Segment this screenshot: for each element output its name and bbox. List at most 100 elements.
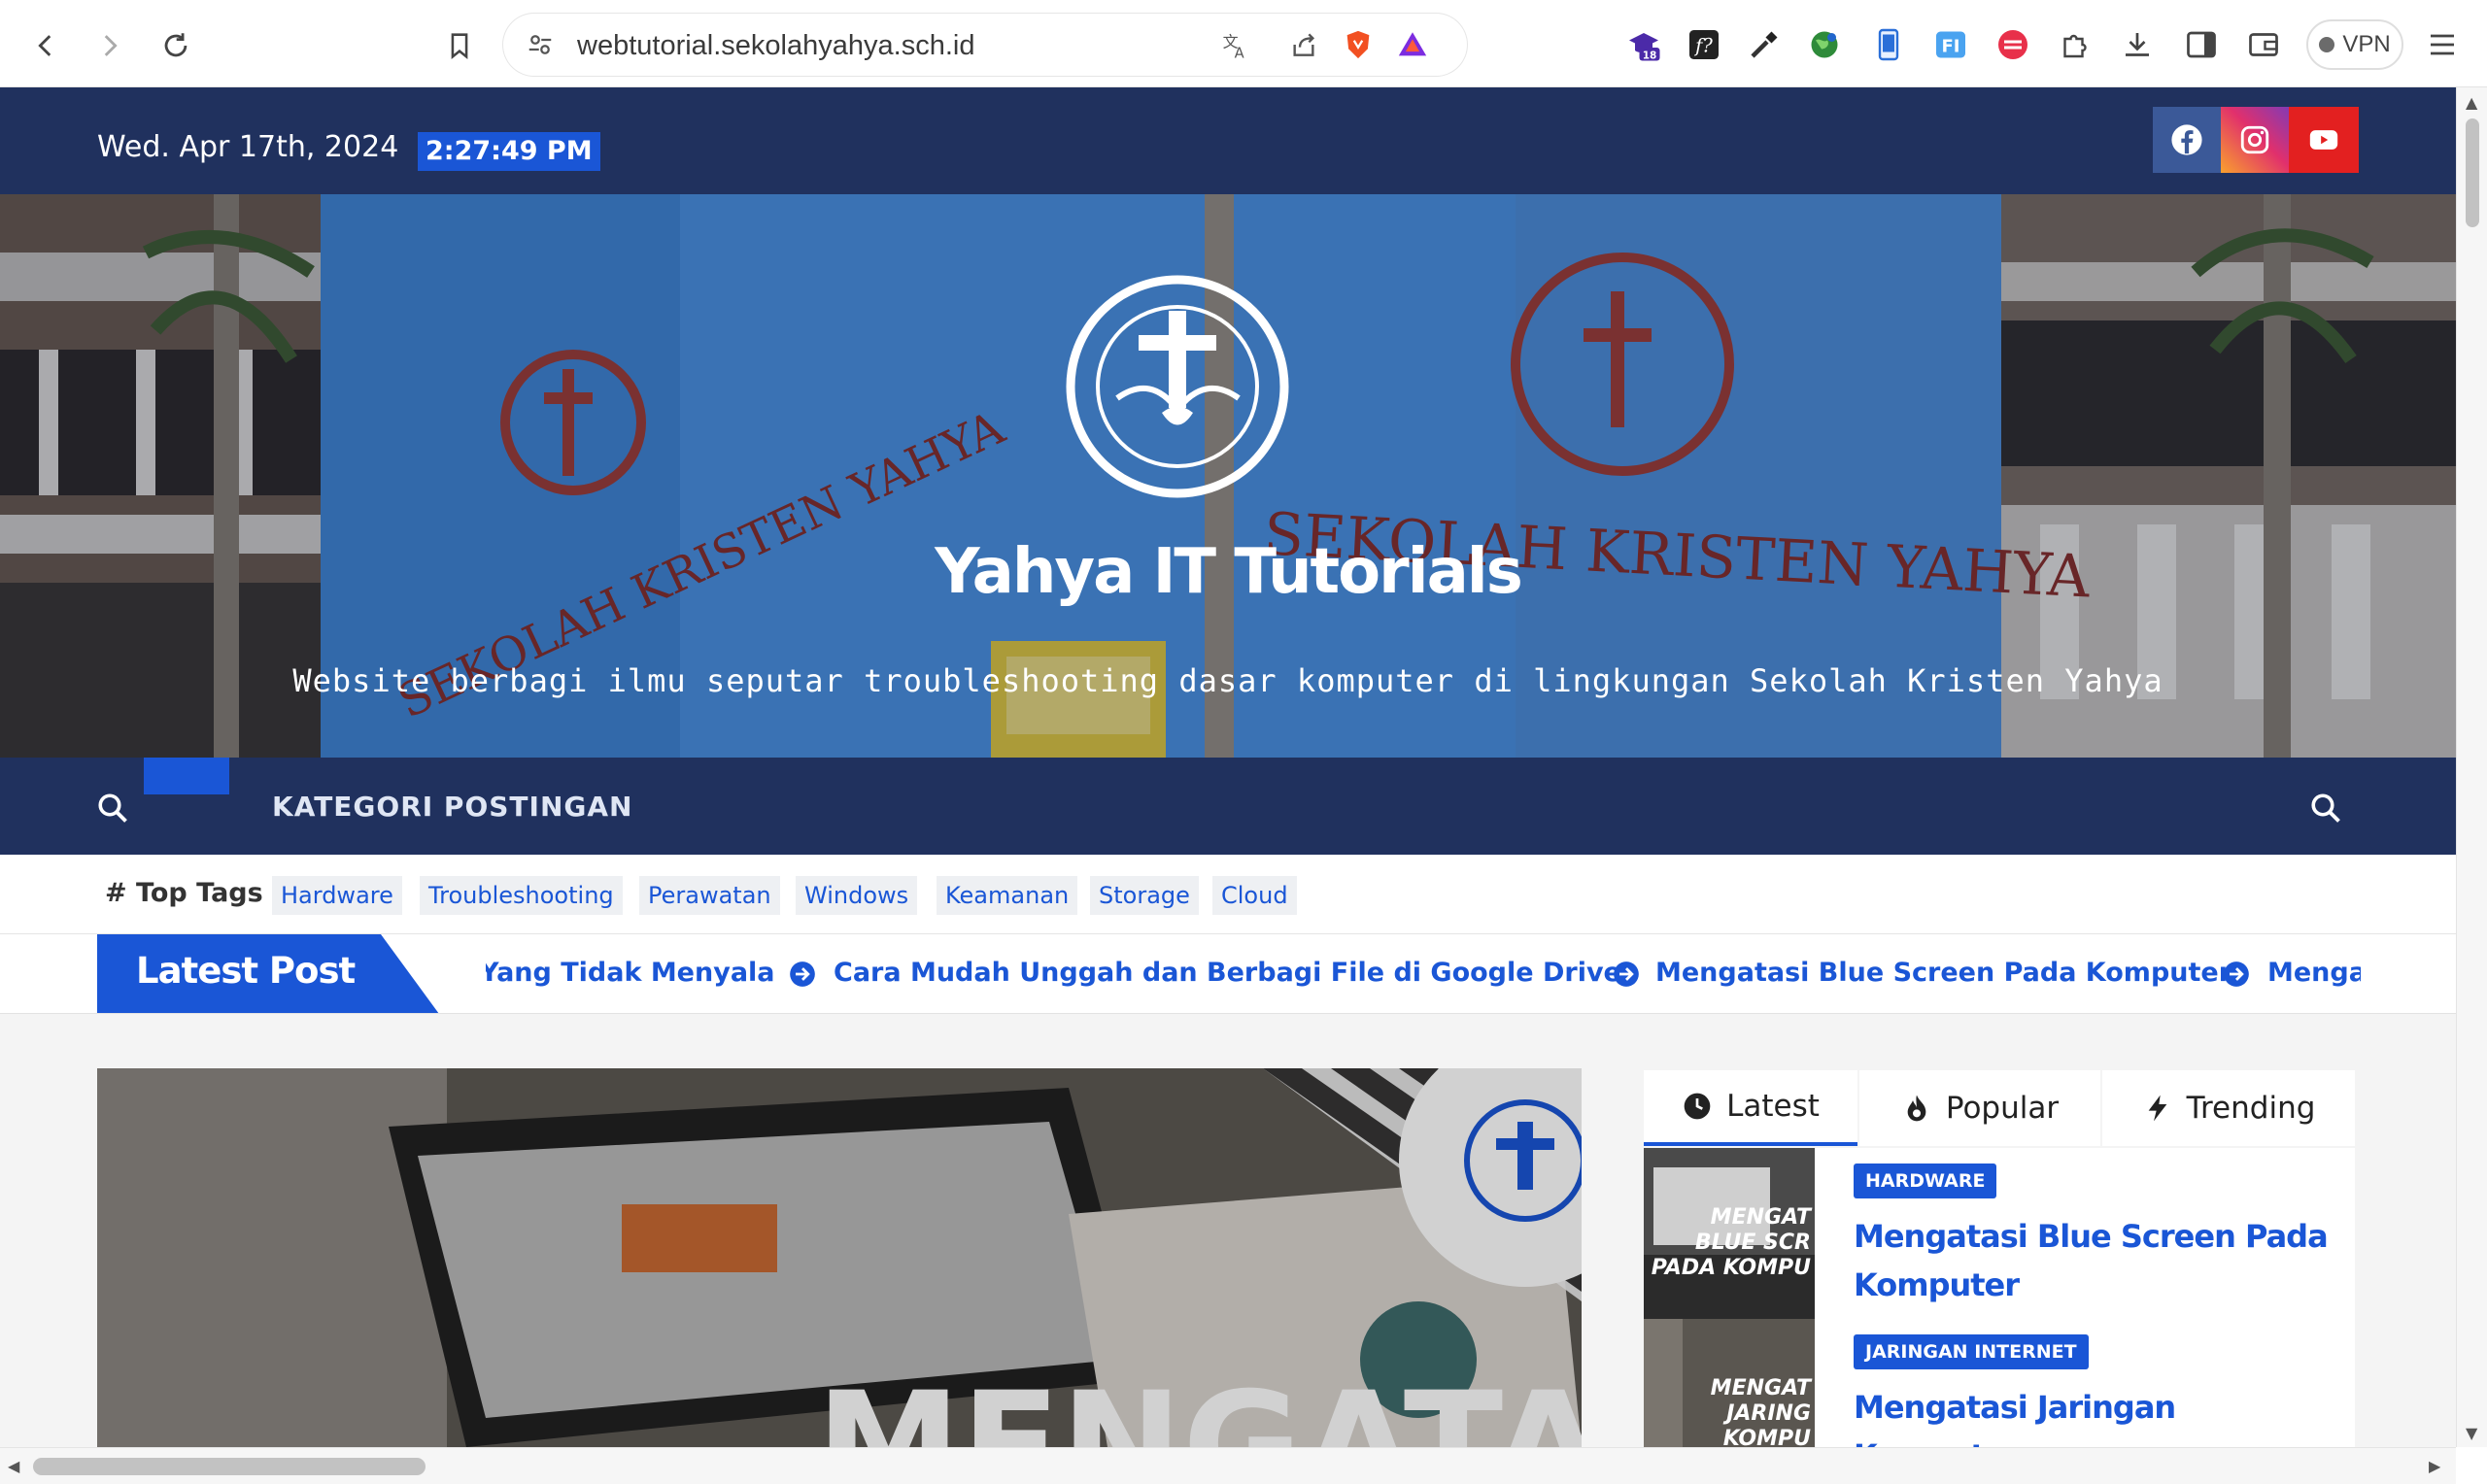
search-icon[interactable]	[2308, 791, 2343, 826]
top-tags-bar: # Top Tags Hardware Troubleshooting Pera…	[0, 855, 2456, 934]
svg-text:FI: FI	[1942, 37, 1960, 57]
font-identifier-icon[interactable]: f?	[1685, 25, 1723, 64]
tab-popular-label: Popular	[1945, 1091, 2060, 1126]
vertical-scroll-thumb[interactable]	[2466, 118, 2479, 227]
sidebar-post[interactable]: MENGAT JARING KOMPU JARINGAN INTERNET Me…	[1644, 1319, 2355, 1447]
graduation-cap-icon[interactable]: 18	[1624, 25, 1663, 64]
tab-trending[interactable]: Trending	[2102, 1070, 2355, 1146]
bookmark-button[interactable]	[435, 21, 484, 70]
top-tags-title: # Top Tags	[105, 878, 263, 908]
svg-text:JARING: JARING	[1722, 1401, 1811, 1426]
browser-toolbar: webtutorial.sekolahyahya.sch.id 文A 18 f?…	[0, 0, 2487, 87]
download-icon[interactable]	[2118, 25, 2157, 64]
share-icon[interactable]	[1286, 27, 1321, 62]
eyedropper-icon[interactable]	[1745, 25, 1784, 64]
translate-icon[interactable]: 文A	[1218, 27, 1253, 62]
tag-keamanan[interactable]: Keamanan	[937, 876, 1078, 915]
latest-post-label: Latest Post	[97, 934, 439, 1013]
reload-button[interactable]	[152, 21, 200, 70]
top-bar: Wed. Apr 17th, 2024 2:27:49 PM	[0, 87, 2456, 194]
vpn-button[interactable]: VPN	[2306, 19, 2403, 70]
ticker-item[interactable]: Yang Tidak Menyala	[486, 958, 775, 988]
scroll-down-icon[interactable]: ▼	[2466, 1424, 2477, 1442]
ticker-item[interactable]: Cara Mudah Unggah dan Berbagi File di Go…	[834, 958, 1621, 988]
fire-icon	[1907, 1095, 1926, 1122]
svg-text:PADA KOMPU: PADA KOMPU	[1652, 1256, 1811, 1280]
search-icon[interactable]	[95, 791, 130, 826]
featured-laptop-image: MENGATASI	[97, 1068, 1582, 1447]
post-title[interactable]: Mengatasi Jaringan Komputer	[1854, 1383, 2339, 1447]
tab-popular[interactable]: Popular	[1859, 1070, 2100, 1146]
horizontal-scrollbar[interactable]: ◀ ▶	[0, 1447, 2456, 1484]
clock-icon	[1684, 1093, 1711, 1120]
puzzle-icon[interactable]	[2056, 25, 2095, 64]
lightning-icon	[2148, 1095, 2166, 1122]
main-navigation: KATEGORI POSTINGAN	[0, 758, 2456, 855]
instagram-link[interactable]	[2221, 107, 2289, 173]
sidebar-post[interactable]: MENGAT BLUE SCR PADA KOMPU HARDWARE Meng…	[1644, 1148, 2355, 1319]
site-title[interactable]: Yahya IT Tutorials	[0, 536, 2456, 608]
svg-text:MENGAT: MENGAT	[1711, 1205, 1813, 1230]
svg-text:MENGAT: MENGAT	[1711, 1376, 1813, 1400]
post-thumbnail[interactable]: MENGAT JARING KOMPU	[1644, 1319, 1815, 1447]
arrow-circle-icon	[790, 961, 815, 987]
nav-kategori-postingan[interactable]: KATEGORI POSTINGAN	[272, 791, 632, 823]
arrow-circle-icon	[1614, 961, 1639, 987]
current-time: 2:27:49 PM	[418, 132, 600, 171]
horizontal-scroll-thumb[interactable]	[33, 1458, 426, 1475]
featured-post-image[interactable]: MENGATASI	[97, 1068, 1582, 1447]
svg-text:f?: f?	[1693, 35, 1713, 57]
phone-icon[interactable]	[1869, 25, 1908, 64]
menu-icon[interactable]	[2423, 25, 2462, 64]
tag-perawatan[interactable]: Perawatan	[639, 876, 780, 915]
tag-windows[interactable]: Windows	[796, 876, 918, 915]
tag-hardware[interactable]: Hardware	[272, 876, 402, 915]
web-page: Wed. Apr 17th, 2024 2:27:49 PM SEKOLAH K…	[0, 87, 2456, 1447]
facebook-link[interactable]	[2153, 107, 2221, 173]
address-bar[interactable]: webtutorial.sekolahyahya.sch.id 文A	[503, 14, 1467, 76]
current-date: Wed. Apr 17th, 2024	[97, 130, 399, 164]
tab-latest[interactable]: Latest	[1644, 1070, 1857, 1146]
f-icon[interactable]: FI	[1931, 25, 1970, 64]
forward-arrow-icon	[104, 35, 118, 56]
youtube-link[interactable]	[2289, 107, 2359, 173]
brave-shield-icon[interactable]	[1341, 27, 1376, 62]
globe-icon[interactable]	[1805, 25, 1844, 64]
bookmark-icon	[451, 33, 468, 59]
header-banner: SEKOLAH KRISTEN YAHYA SEKOLAH KRISTEN YA…	[0, 194, 2456, 758]
tag-cloud[interactable]: Cloud	[1212, 876, 1297, 915]
url-text[interactable]: webtutorial.sekolahyahya.sch.id	[577, 30, 974, 62]
post-thumbnail-image: MENGAT BLUE SCR PADA KOMPU	[1644, 1148, 1815, 1319]
scroll-right-icon[interactable]: ▶	[2429, 1457, 2440, 1475]
post-thumbnail-image: MENGAT JARING KOMPU	[1644, 1319, 1815, 1447]
lines-icon[interactable]	[1993, 25, 2032, 64]
svg-text:KOMPU: KOMPU	[1723, 1427, 1811, 1447]
tab-trending-label: Trending	[2186, 1091, 2316, 1126]
home-tab[interactable]	[144, 758, 229, 794]
post-title[interactable]: Mengatasi Blue Screen Pada Komputer	[1854, 1212, 2339, 1309]
youtube-icon	[2309, 130, 2338, 150]
latest-post-bar: Latest Post Yang Tidak Menyala Cara Muda…	[0, 934, 2456, 1014]
site-settings-icon[interactable]	[523, 27, 558, 62]
svg-text:A: A	[1235, 45, 1244, 60]
post-category-badge[interactable]: JARINGAN INTERNET	[1854, 1334, 2089, 1369]
scroll-up-icon[interactable]: ▲	[2466, 93, 2477, 112]
site-description: Website berbagi ilmu seputar troubleshoo…	[292, 662, 2163, 699]
sidebar-tabs: Latest Popular Trending	[1644, 1070, 2355, 1146]
ticker-item[interactable]: Mengatasi Blue Screen Pada Komputer	[1655, 958, 2231, 988]
arrow-circle-icon	[2224, 961, 2249, 987]
post-thumbnail[interactable]: MENGAT BLUE SCR PADA KOMPU	[1644, 1148, 1815, 1319]
vertical-scrollbar[interactable]: ▲ ▼	[2456, 87, 2487, 1447]
wallet-icon[interactable]	[2244, 25, 2283, 64]
tag-storage[interactable]: Storage	[1090, 876, 1199, 915]
tag-troubleshooting[interactable]: Troubleshooting	[420, 876, 623, 915]
post-category-badge[interactable]: HARDWARE	[1854, 1164, 1997, 1198]
back-arrow-icon	[38, 35, 51, 56]
facebook-icon	[2171, 124, 2202, 155]
scroll-left-icon[interactable]: ◀	[8, 1457, 19, 1475]
brave-rewards-icon[interactable]	[1395, 27, 1430, 62]
back-button[interactable]	[21, 21, 70, 70]
ticker-item[interactable]: Mengatasi	[2267, 958, 2361, 988]
sidebar-icon[interactable]	[2182, 25, 2221, 64]
forward-button[interactable]	[85, 21, 134, 70]
